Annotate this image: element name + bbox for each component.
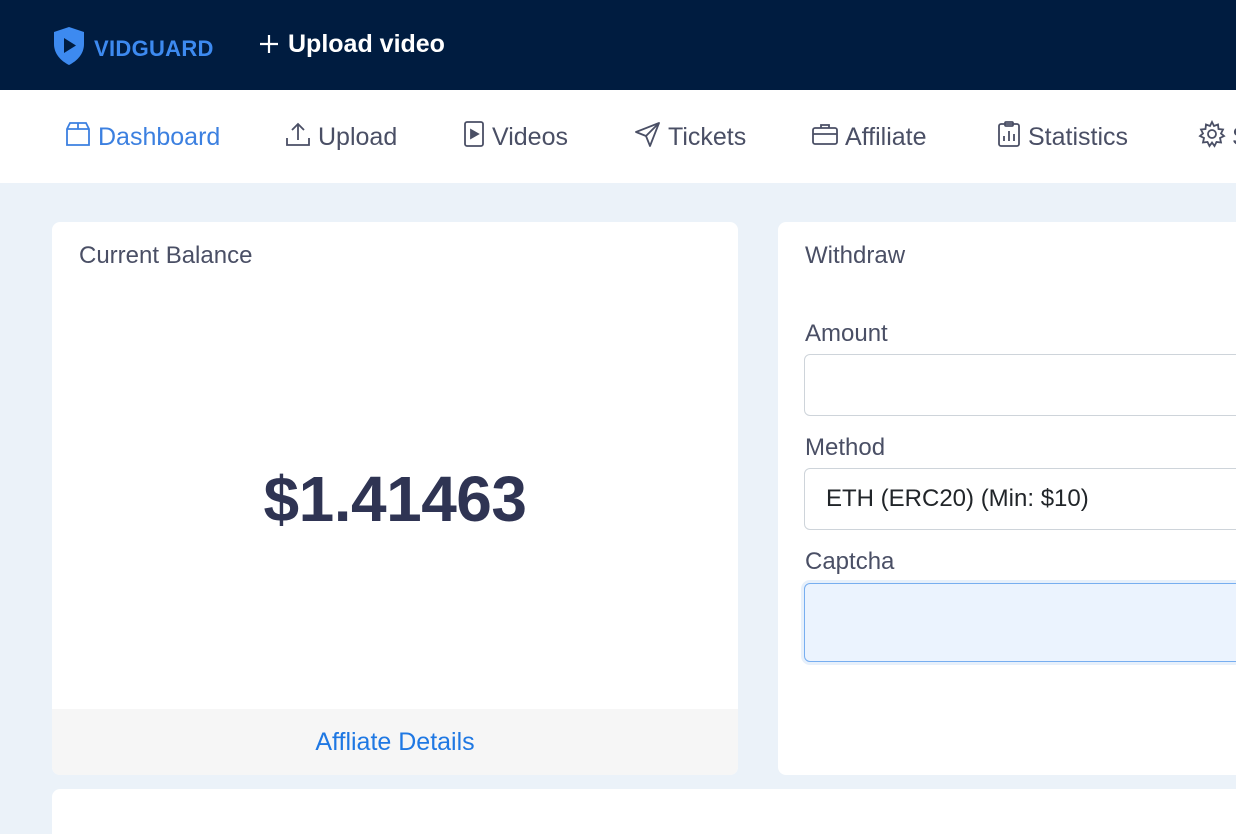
- nav-item-dashboard[interactable]: Dashboard: [64, 120, 220, 154]
- top-bar: VIDGUARD Upload video: [0, 0, 1236, 90]
- captcha-label: Captcha: [805, 548, 895, 575]
- captcha-input[interactable]: [804, 583, 1236, 662]
- brand-name: VIDGUARD: [94, 35, 214, 61]
- nav-item-label: Upload: [318, 122, 398, 151]
- withdraw-card: Withdraw Amount Method ETH (ERC20) (Min:…: [778, 222, 1236, 775]
- amount-input[interactable]: [804, 354, 1236, 416]
- balance-card-title: Current Balance: [79, 242, 253, 269]
- method-selected-value: ETH (ERC20) (Min: $10): [826, 485, 1089, 512]
- gear-icon: [1198, 119, 1232, 155]
- briefcase-icon: [811, 120, 845, 155]
- nav-item-label: Tickets: [668, 122, 747, 151]
- nav-item-label: Affiliate: [845, 122, 927, 151]
- nav-item-settings[interactable]: S: [1198, 119, 1236, 155]
- nav-item-upload[interactable]: Upload: [284, 120, 397, 154]
- video-file-icon: [462, 120, 492, 155]
- nav-item-tickets[interactable]: Tickets: [634, 120, 746, 154]
- balance-card: Current Balance $1.41463 Affliate Detail…: [52, 222, 738, 775]
- upload-video-label: Upload video: [288, 29, 445, 58]
- withdraw-card-title: Withdraw: [805, 242, 906, 269]
- plus-icon: [258, 33, 280, 55]
- affiliate-details-link[interactable]: Affliate Details: [52, 709, 738, 775]
- nav-item-affiliate[interactable]: Affiliate: [811, 120, 927, 154]
- nav-item-videos[interactable]: Videos: [462, 120, 568, 154]
- nav-item-label: Videos: [492, 122, 568, 151]
- nav-item-statistics[interactable]: Statistics: [996, 120, 1128, 154]
- upload-icon: [284, 120, 318, 155]
- bottom-card: [52, 789, 1236, 834]
- method-label: Method: [805, 434, 886, 461]
- nav-item-label: S: [1232, 123, 1236, 152]
- main-nav: Dashboard Upload Videos Tickets Affiliat…: [0, 90, 1236, 183]
- nav-item-label: Statistics: [1028, 122, 1129, 151]
- nav-item-label: Dashboard: [98, 122, 221, 151]
- balance-value: $1.41463: [263, 463, 527, 535]
- upload-video-button[interactable]: Upload video: [258, 26, 445, 62]
- clipboard-chart-icon: [996, 120, 1028, 155]
- send-icon: [634, 120, 668, 155]
- amount-label: Amount: [805, 320, 888, 347]
- method-select[interactable]: ETH (ERC20) (Min: $10): [804, 468, 1236, 530]
- box-icon: [64, 120, 98, 155]
- brand-logo[interactable]: VIDGUARD: [52, 26, 214, 71]
- shield-play-icon: [52, 26, 86, 71]
